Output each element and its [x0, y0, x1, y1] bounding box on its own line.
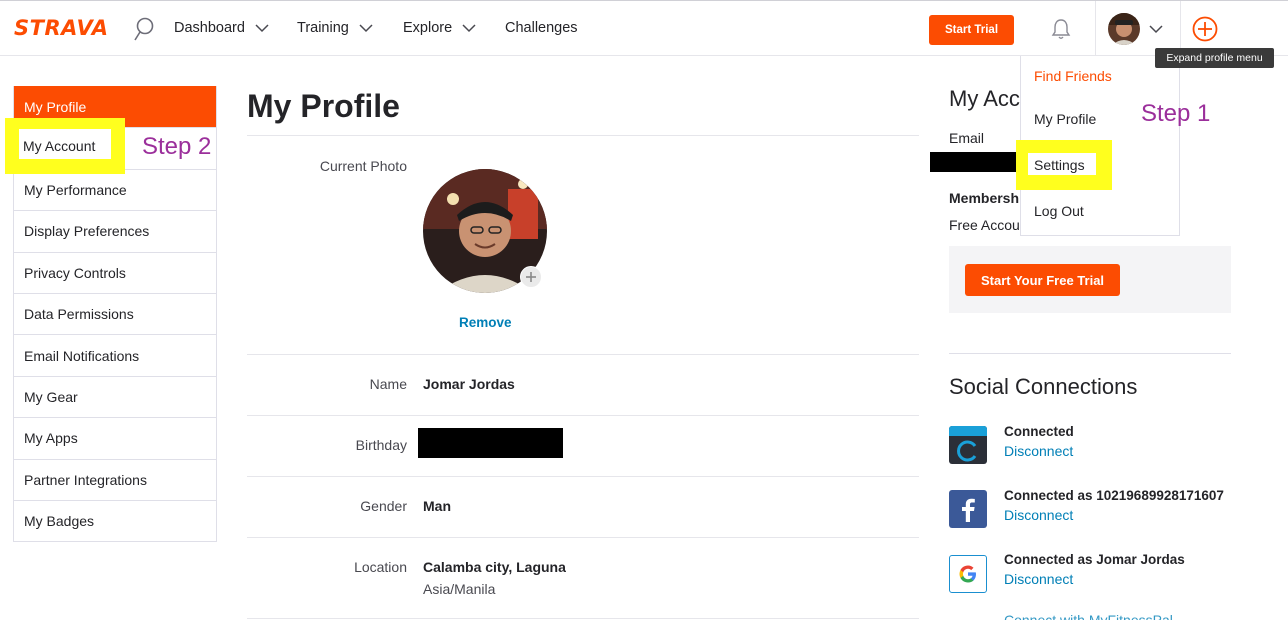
page-title: My Profile — [247, 88, 400, 124]
myfitnesspal-connect-link[interactable]: Connect with MyFitnessPal — [1004, 612, 1173, 620]
sidebar-item-privacy-controls[interactable]: Privacy Controls — [14, 251, 216, 293]
gender-value[interactable]: Man — [423, 498, 451, 514]
divider — [949, 353, 1231, 354]
garmin-disconnect-link[interactable]: Disconnect — [1004, 443, 1073, 459]
add-activity-icon[interactable] — [1192, 16, 1218, 42]
membership-value: Free Accou — [949, 217, 1020, 233]
highlighted-my-account-label[interactable]: My Account — [23, 138, 95, 154]
sidebar-item-my-badges[interactable]: My Badges — [14, 499, 216, 541]
sidebar-item-my-performance[interactable]: My Performance — [14, 168, 216, 210]
google-icon — [949, 555, 987, 593]
divider — [247, 415, 919, 416]
garmin-icon — [949, 426, 987, 464]
birthday-label: Birthday — [355, 437, 407, 453]
avatar[interactable] — [1108, 13, 1140, 45]
sidebar-item-data-permissions[interactable]: Data Permissions — [14, 292, 216, 334]
social-connections-title: Social Connections — [949, 374, 1138, 399]
remove-photo-link[interactable]: Remove — [459, 315, 512, 330]
free-trial-box: Start Your Free Trial — [949, 246, 1231, 313]
chevron-down-icon — [255, 23, 269, 32]
sidebar-item-partner-integrations[interactable]: Partner Integrations — [14, 458, 216, 500]
chevron-down-icon — [359, 23, 373, 32]
divider — [247, 618, 919, 619]
facebook-status: Connected as 10219689928171607 — [1004, 488, 1224, 503]
current-photo-label: Current Photo — [319, 158, 407, 174]
profile-dropdown-menu: Find Friends My Profile Settings Log Out — [1016, 56, 1180, 236]
divider — [247, 354, 919, 355]
menu-item-log-out[interactable]: Log Out — [1034, 203, 1084, 219]
nav-dashboard-label: Dashboard — [174, 20, 245, 36]
highlight-my-account: My Account — [5, 118, 125, 174]
top-nav: STRAVA Dashboard Training Explore Challe… — [0, 0, 1288, 57]
sidebar-item-my-apps[interactable]: My Apps — [14, 417, 216, 458]
sidebar-item-email-notifications[interactable]: Email Notifications — [14, 334, 216, 375]
nav-training[interactable]: Training — [297, 20, 373, 36]
search-icon[interactable] — [133, 16, 155, 42]
name-label: Name — [369, 376, 407, 392]
facebook-disconnect-link[interactable]: Disconnect — [1004, 507, 1073, 523]
chevron-down-icon — [1149, 25, 1163, 34]
nav-explore[interactable]: Explore — [403, 20, 476, 36]
membership-label: Membersh — [949, 190, 1020, 206]
location-label: Location — [354, 559, 407, 575]
nav-challenges-label: Challenges — [505, 20, 578, 36]
menu-item-settings[interactable]: Settings — [1034, 157, 1085, 173]
nav-training-label: Training — [297, 20, 349, 36]
name-value[interactable]: Jomar Jordas — [423, 376, 515, 392]
divider — [247, 537, 919, 538]
nav-dashboard[interactable]: Dashboard — [174, 20, 269, 36]
sidebar-item-display-preferences[interactable]: Display Preferences — [14, 210, 216, 251]
strava-logo[interactable]: STRAVA — [14, 16, 109, 40]
annotation-step-1: Step 1 — [1141, 100, 1211, 127]
location-value[interactable]: Calamba city, Laguna — [423, 559, 566, 575]
sidebar-item-my-gear[interactable]: My Gear — [14, 375, 216, 417]
bell-icon[interactable] — [1051, 18, 1071, 40]
google-status: Connected as Jomar Jordas — [1004, 552, 1185, 567]
chevron-down-icon — [462, 23, 476, 32]
menu-item-find-friends[interactable]: Find Friends — [1034, 68, 1112, 84]
tooltip: Expand profile menu — [1155, 48, 1274, 68]
annotation-step-2: Step 2 — [142, 133, 212, 160]
redacted-birthday — [418, 428, 563, 458]
facebook-icon — [949, 490, 987, 528]
start-free-trial-button[interactable]: Start Your Free Trial — [965, 264, 1120, 296]
start-trial-button[interactable]: Start Trial — [929, 15, 1014, 45]
change-photo-icon[interactable] — [520, 266, 542, 288]
my-account-title: My Acc — [949, 86, 1020, 111]
garmin-status: Connected — [1004, 424, 1074, 439]
redacted-email — [930, 152, 1018, 172]
divider — [247, 135, 919, 136]
google-disconnect-link[interactable]: Disconnect — [1004, 571, 1073, 587]
menu-item-my-profile[interactable]: My Profile — [1034, 111, 1096, 127]
nav-explore-label: Explore — [403, 20, 453, 36]
gender-label: Gender — [360, 498, 407, 514]
email-label: Email — [949, 130, 985, 146]
divider — [247, 476, 919, 477]
timezone-value: Asia/Manila — [423, 581, 496, 597]
nav-challenges[interactable]: Challenges — [505, 20, 578, 36]
